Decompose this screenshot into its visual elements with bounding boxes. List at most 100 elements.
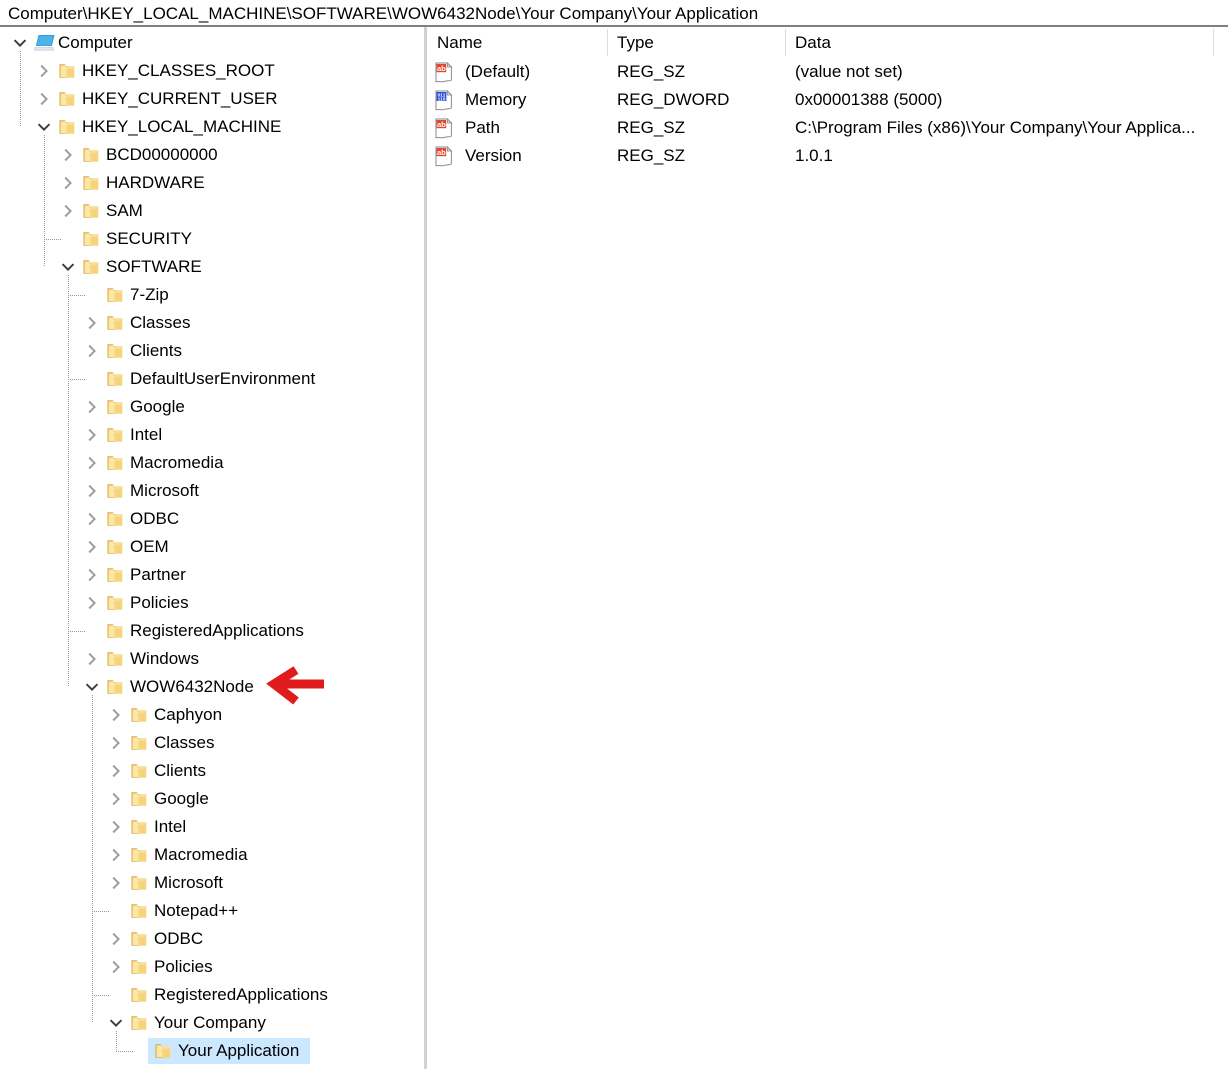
string-value-icon: ab [434,62,454,83]
folder-icon [106,398,124,416]
tree-item-macromedia[interactable]: Macromedia [0,841,422,869]
tree-item-registeredapplications[interactable]: RegisteredApplications [0,981,422,1009]
tree-item-google[interactable]: Google [0,785,422,813]
tree-item-microsoft[interactable]: Microsoft [0,869,422,897]
tree-item-macromedia[interactable]: Macromedia [0,449,422,477]
chevron-down-icon[interactable] [84,679,100,695]
tree-item-registeredapplications[interactable]: RegisteredApplications [0,617,422,645]
tree-item-hkey-current-user[interactable]: HKEY_CURRENT_USER [0,85,422,113]
pane-splitter[interactable] [424,27,427,1069]
tree-item-clients[interactable]: Clients [0,757,422,785]
tree-item-7-zip[interactable]: 7-Zip [0,281,422,309]
chevron-right-icon[interactable] [108,875,124,891]
tree-connector-line [44,239,62,240]
chevron-right-icon[interactable] [108,819,124,835]
chevron-right-icon[interactable] [60,175,76,191]
value-type: REG_SZ [617,61,685,83]
tree-item-microsoft[interactable]: Microsoft [0,477,422,505]
tree-item-caphyon[interactable]: Caphyon [0,701,422,729]
tree-item-label: ODBC [130,508,179,530]
svg-text:110: 110 [438,97,446,103]
chevron-right-icon[interactable] [108,931,124,947]
tree-item-wow6432node[interactable]: WOW6432Node [0,673,422,701]
chevron-down-icon[interactable] [108,1015,124,1031]
tree-item-windows[interactable]: Windows [0,645,422,673]
tree-item-label: Intel [130,424,162,446]
tree-item-hardware[interactable]: HARDWARE [0,169,422,197]
chevron-right-icon[interactable] [84,427,100,443]
chevron-right-icon[interactable] [60,147,76,163]
chevron-down-icon[interactable] [60,259,76,275]
chevron-right-icon[interactable] [108,707,124,723]
tree-item-classes[interactable]: Classes [0,309,422,337]
tree-item-your-company[interactable]: Your Company [0,1009,422,1037]
chevron-right-icon[interactable] [108,959,124,975]
column-header-name[interactable]: Name [437,32,482,53]
value-row[interactable]: ab(Default)REG_SZ(value not set) [429,58,1228,86]
chevron-right-icon[interactable] [84,343,100,359]
tree-item-label: DefaultUserEnvironment [130,368,315,390]
chevron-right-icon[interactable] [108,791,124,807]
value-row[interactable]: 011110MemoryREG_DWORD0x00001388 (5000) [429,86,1228,114]
column-divider[interactable] [1213,29,1214,56]
tree-item-policies[interactable]: Policies [0,953,422,981]
folder-icon [106,454,124,472]
tree-item-bcd00000000[interactable]: BCD00000000 [0,141,422,169]
tree-item-label: Clients [154,760,206,782]
registry-value-list[interactable]: Name Type Data ab(Default)REG_SZ(value not… [429,27,1228,1069]
chevron-right-icon[interactable] [84,567,100,583]
column-divider[interactable] [607,29,608,56]
chevron-right-icon[interactable] [84,539,100,555]
chevron-down-icon[interactable] [36,119,52,135]
tree-item-partner[interactable]: Partner [0,561,422,589]
tree-item-label: Caphyon [154,704,222,726]
tree-item-classes[interactable]: Classes [0,729,422,757]
chevron-right-icon[interactable] [36,63,52,79]
tree-item-security[interactable]: SECURITY [0,225,422,253]
folder-icon [82,202,100,220]
value-row[interactable]: abPathREG_SZC:\Program Files (x86)\Your … [429,114,1228,142]
address-bar[interactable]: Computer\HKEY_LOCAL_MACHINE\SOFTWARE\WOW… [0,0,1228,27]
chevron-down-icon[interactable] [12,35,28,51]
tree-item-label: Clients [130,340,182,362]
chevron-right-icon[interactable] [36,91,52,107]
registry-key-tree[interactable]: ComputerHKEY_CLASSES_ROOTHKEY_CURRENT_US… [0,27,422,1069]
column-header-type[interactable]: Type [617,32,654,53]
chevron-right-icon[interactable] [84,399,100,415]
folder-icon [106,566,124,584]
tree-item-software[interactable]: SOFTWARE [0,253,422,281]
value-row[interactable]: abVersionREG_SZ1.0.1 [429,142,1228,170]
chevron-right-icon[interactable] [84,595,100,611]
chevron-right-icon[interactable] [108,847,124,863]
tree-item-label: Your Application [178,1040,299,1062]
chevron-right-icon[interactable] [84,483,100,499]
tree-item-google[interactable]: Google [0,393,422,421]
tree-item-policies[interactable]: Policies [0,589,422,617]
tree-item-oem[interactable]: OEM [0,533,422,561]
tree-item-hkey-classes-root[interactable]: HKEY_CLASSES_ROOT [0,57,422,85]
chevron-right-icon[interactable] [108,735,124,751]
chevron-right-icon[interactable] [84,315,100,331]
tree-item-odbc[interactable]: ODBC [0,925,422,953]
folder-icon [106,342,124,360]
chevron-right-icon[interactable] [84,455,100,471]
folder-icon [58,90,76,108]
tree-item-sam[interactable]: SAM [0,197,422,225]
tree-item-your-application[interactable]: Your Application [0,1037,422,1065]
computer-icon [34,33,56,53]
tree-item-notepad[interactable]: Notepad++ [0,897,422,925]
chevron-right-icon[interactable] [84,511,100,527]
chevron-right-icon[interactable] [108,763,124,779]
tree-item-odbc[interactable]: ODBC [0,505,422,533]
tree-item-hkey-local-machine[interactable]: HKEY_LOCAL_MACHINE [0,113,422,141]
chevron-right-icon[interactable] [84,651,100,667]
folder-icon [58,62,76,80]
column-header-data[interactable]: Data [795,32,831,53]
tree-item-computer[interactable]: Computer [0,29,422,57]
tree-item-intel[interactable]: Intel [0,421,422,449]
tree-item-intel[interactable]: Intel [0,813,422,841]
tree-item-clients[interactable]: Clients [0,337,422,365]
column-divider[interactable] [785,29,786,56]
chevron-right-icon[interactable] [60,203,76,219]
tree-item-defaultuserenvironment[interactable]: DefaultUserEnvironment [0,365,422,393]
